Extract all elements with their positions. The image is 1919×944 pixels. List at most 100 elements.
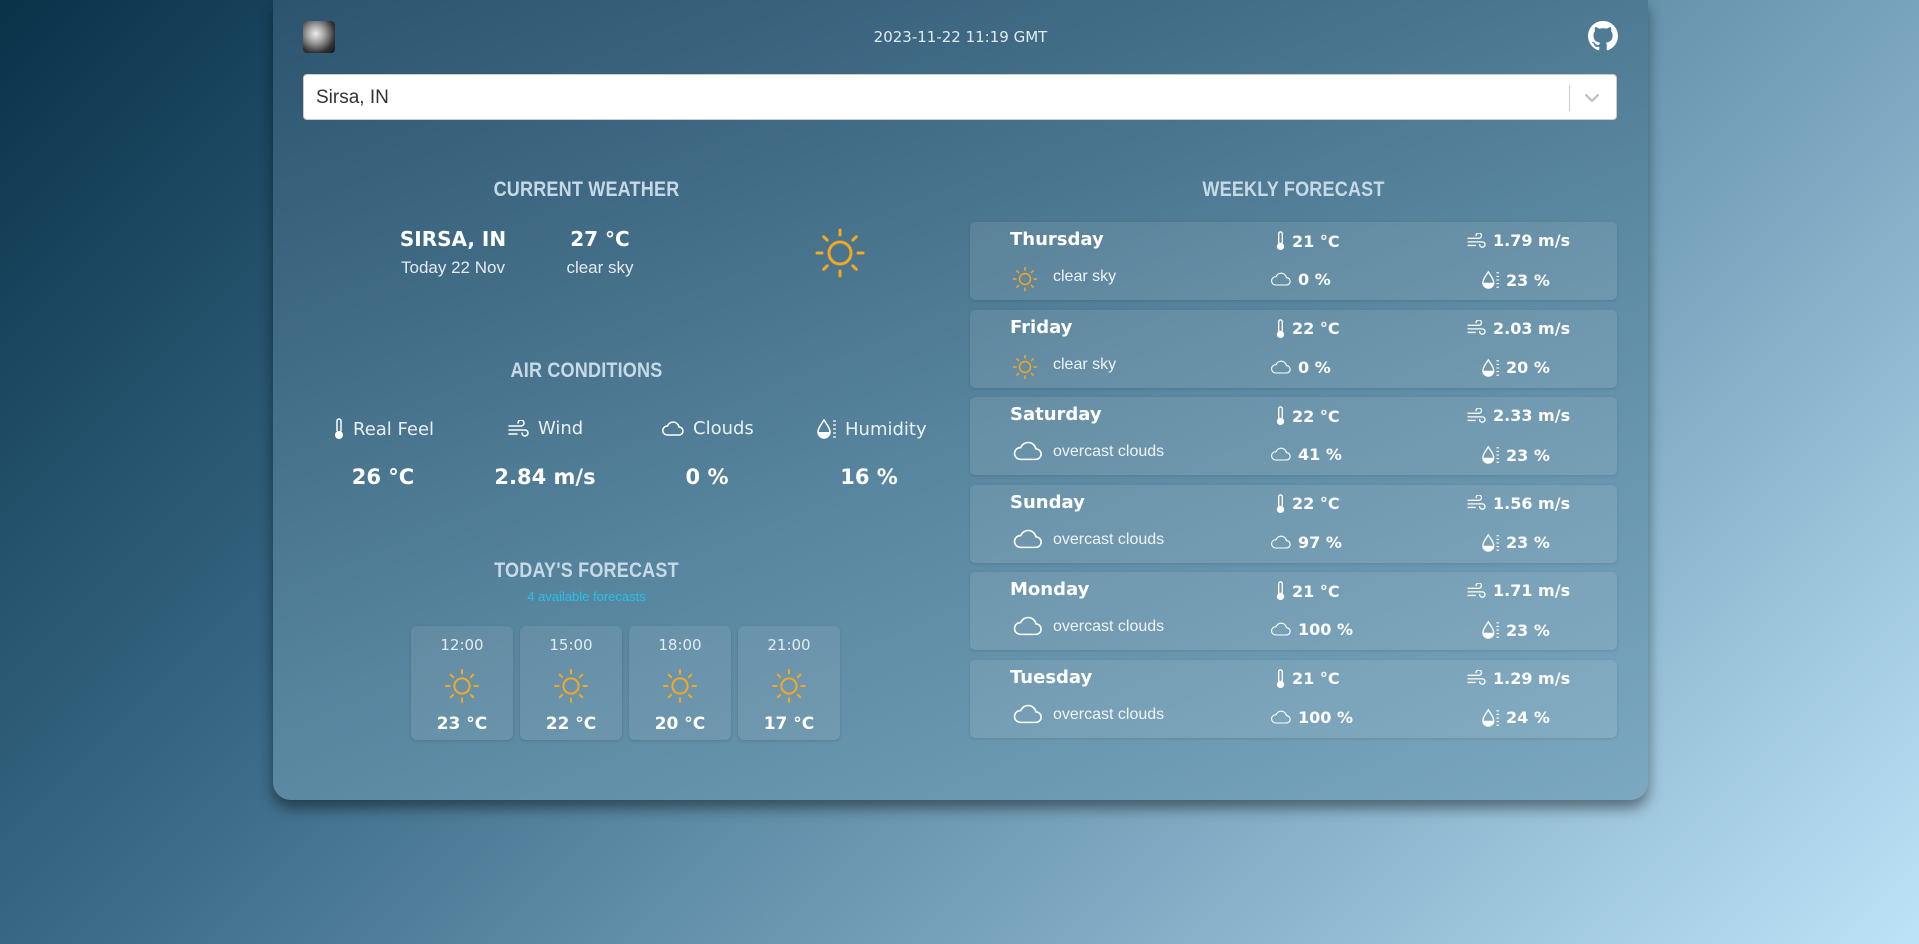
hourly-forecast-temp: 20 °C — [654, 714, 706, 734]
hourly-forecast-card: 12:00 23 °C — [411, 626, 513, 740]
forecast-wind-value: 1.29 m/s — [1493, 668, 1571, 688]
forecast-day: Monday — [1010, 579, 1090, 600]
humidity-label-text: Humidity — [845, 418, 927, 440]
forecast-clouds: 97 % — [1270, 533, 1342, 552]
forecast-clouds-value: 0 % — [1298, 270, 1331, 289]
forecast-day: Friday — [1010, 316, 1073, 338]
thermometer-icon — [1276, 581, 1285, 601]
forecast-description: clear sky — [1053, 268, 1117, 285]
forecast-wind: 1.79 m/s — [1467, 231, 1570, 250]
humidity-icon — [817, 418, 836, 439]
wind-icon — [1467, 232, 1486, 248]
cloud-icon — [1271, 360, 1291, 374]
clouds-label: Clouds — [661, 418, 754, 439]
weekly-forecast-row: Sunday overcast clouds 22 °C 97 % 1.56 m… — [970, 484, 1617, 563]
forecast-humidity-value: 20 % — [1506, 358, 1550, 377]
thermometer-icon — [1276, 231, 1285, 251]
current-description: clear sky — [566, 258, 634, 277]
forecast-wind: 1.56 m/s — [1467, 494, 1570, 513]
forecast-wind-value: 1.79 m/s — [1493, 231, 1571, 250]
thermometer-icon — [1276, 318, 1285, 338]
forecast-humidity: 23 % — [1482, 445, 1550, 465]
forecast-humidity-value: 24 % — [1506, 708, 1550, 727]
sun-icon — [445, 669, 479, 703]
todays-forecast-title: TODAY'S FORECAST — [494, 559, 679, 582]
wind-icon — [1467, 670, 1486, 685]
clouds-label-text: Clouds — [693, 418, 754, 439]
real-feel-value: 26 °C — [351, 465, 415, 489]
forecast-humidity-value: 23 % — [1506, 270, 1550, 290]
forecast-temp-value: 21 °C — [1292, 669, 1340, 688]
humidity-value: 16 % — [840, 465, 898, 489]
wind-icon — [1467, 320, 1486, 335]
forecast-humidity: 20 % — [1482, 358, 1550, 378]
forecast-wind: 2.03 m/s — [1467, 319, 1570, 338]
forecast-humidity-value: 23 % — [1506, 445, 1550, 465]
humidity-icon — [1482, 445, 1500, 464]
cloud-icon — [1271, 272, 1291, 286]
forecast-day: Saturday — [1010, 404, 1102, 425]
humidity-icon — [1482, 708, 1500, 727]
air-conditions-title: AIR CONDITIONS — [510, 359, 663, 382]
hourly-forecast-temp: 17 °C — [763, 714, 815, 734]
hourly-forecast-temp: 22 °C — [545, 714, 597, 734]
thermometer-icon — [335, 418, 343, 439]
wind-label-text: Wind — [538, 418, 584, 439]
weekly-forecast-row: Tuesday overcast clouds 21 °C 100 % 1.29… — [970, 659, 1617, 738]
humidity-icon — [1482, 533, 1500, 552]
current-datetime: 2023-11-22 11:19 GMT — [873, 28, 1048, 46]
forecast-humidity: 23 % — [1482, 533, 1550, 553]
real-feel-label: Real Feel — [333, 418, 434, 440]
current-weather-title: CURRENT WEATHER — [493, 178, 680, 201]
hourly-forecast-card: 15:00 22 °C — [520, 626, 622, 740]
forecast-count: 4 available forecasts — [527, 589, 646, 604]
forecast-temp: 21 °C — [1275, 231, 1340, 251]
forecast-clouds: 41 % — [1270, 445, 1342, 464]
forecast-clouds: 100 % — [1270, 708, 1353, 727]
forecast-clouds-value: 100 % — [1298, 620, 1353, 639]
cloud-icon — [1271, 535, 1291, 549]
city-search-select[interactable] — [303, 74, 1617, 121]
forecast-temp-value: 22 °C — [1292, 494, 1340, 513]
forecast-clouds-value: 100 % — [1298, 707, 1353, 727]
forecast-temp: 21 °C — [1275, 668, 1340, 689]
sun-icon — [554, 669, 588, 703]
hourly-forecast-time: 21:00 — [767, 636, 811, 654]
app-card: 2023-11-22 11:19 GMT CURRENT WEATHER SIR… — [273, 0, 1648, 800]
forecast-day: Tuesday — [1010, 666, 1093, 688]
sun-icon — [772, 669, 806, 703]
wind-icon — [1467, 495, 1486, 510]
weekly-forecast-row: Friday clear sky 22 °C 0 % 2.03 m/s 20 % — [970, 309, 1617, 388]
forecast-wind: 2.33 m/s — [1467, 406, 1570, 425]
github-icon[interactable] — [1588, 21, 1618, 51]
cloud-icon — [1271, 622, 1291, 636]
forecast-wind-value: 2.33 m/s — [1493, 406, 1571, 425]
forecast-clouds: 0 % — [1270, 270, 1331, 289]
chevron-down-icon[interactable] — [1580, 86, 1604, 110]
humidity-icon — [1482, 270, 1500, 289]
current-temp: 27 °C — [570, 227, 630, 251]
sun-icon — [663, 669, 697, 703]
forecast-wind-value: 1.71 m/s — [1493, 581, 1571, 600]
forecast-humidity-value: 23 % — [1506, 620, 1550, 640]
forecast-description: overcast clouds — [1053, 705, 1165, 723]
search-input[interactable] — [314, 75, 1558, 121]
forecast-day: Sunday — [1010, 491, 1085, 513]
hourly-forecast-time: 18:00 — [658, 636, 702, 654]
cloud-icon — [1013, 441, 1042, 461]
forecast-description: clear sky — [1053, 355, 1117, 373]
forecast-temp-value: 21 °C — [1292, 231, 1340, 251]
sun-icon — [1012, 266, 1038, 292]
forecast-wind: 1.29 m/s — [1467, 669, 1570, 688]
wind-label: Wind — [508, 418, 583, 439]
forecast-humidity: 23 % — [1482, 620, 1550, 640]
cloud-icon — [1271, 447, 1291, 461]
forecast-clouds-value: 97 % — [1298, 532, 1342, 552]
cloud-icon — [1013, 616, 1042, 636]
forecast-wind-value: 2.03 m/s — [1493, 318, 1571, 338]
humidity-label: Humidity — [817, 418, 927, 440]
wind-icon — [508, 419, 529, 437]
forecast-humidity-value: 23 % — [1506, 533, 1550, 552]
cloud-icon — [662, 420, 684, 436]
wind-icon — [1467, 582, 1486, 598]
